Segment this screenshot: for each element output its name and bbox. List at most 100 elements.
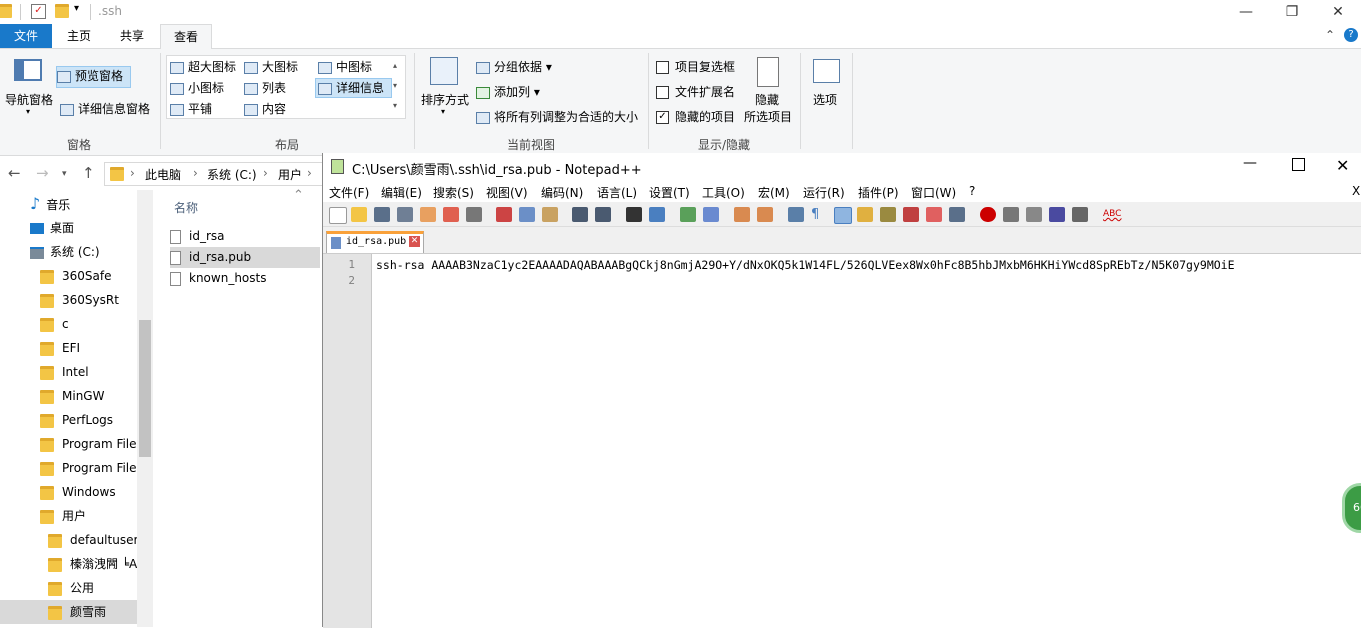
run-macro-multiple-icon[interactable] [1049, 207, 1065, 222]
navigation-pane-icon[interactable] [14, 59, 42, 81]
code-line-1[interactable]: ssh-rsa AAAAB3NzaC1yc2EAAAADAQABAAABgQCk… [376, 258, 1235, 272]
document-tab[interactable]: id_rsa.pub ✕ [326, 231, 424, 253]
show-all-chars-icon[interactable]: ¶ [811, 207, 827, 222]
menu-window[interactable]: 窗口(W) [911, 184, 956, 201]
menu-run[interactable]: 运行(R) [803, 184, 845, 201]
layout-list[interactable]: 列表 [244, 79, 286, 97]
hide-selected-label-1[interactable]: 隐藏 [755, 91, 779, 109]
paste-icon[interactable] [542, 207, 558, 222]
save-icon[interactable] [374, 207, 390, 222]
spell-check-icon[interactable]: ABC [1103, 207, 1123, 222]
maximize-button[interactable]: ❐ [1269, 0, 1315, 24]
close-all-icon[interactable] [443, 207, 459, 222]
sync-horizontal-icon[interactable] [757, 207, 773, 222]
floating-widget-badge[interactable]: 66 [1342, 483, 1361, 533]
hidden-items-toggle[interactable]: ✓ 隐藏的项目 [656, 108, 735, 126]
nav-item-music[interactable]: ♪ 音乐 [30, 192, 70, 216]
copy-icon[interactable] [519, 207, 535, 222]
close-document-button[interactable]: X [1352, 184, 1360, 198]
new-file-icon[interactable] [329, 207, 347, 224]
menu-encoding[interactable]: 编码(N) [541, 184, 583, 201]
cut-icon[interactable] [496, 207, 512, 222]
layout-content[interactable]: 内容 [244, 100, 286, 118]
details-pane-button[interactable]: 详细信息窗格 [60, 100, 150, 118]
nav-item-folder[interactable]: c [40, 312, 69, 336]
close-tab-icon[interactable]: ✕ [409, 236, 420, 247]
breadcrumb-item[interactable]: 系统 (C:) [207, 166, 257, 183]
new-folder-icon[interactable] [55, 4, 69, 18]
layout-large-icons[interactable]: 大图标 [244, 58, 298, 76]
gallery-down-icon[interactable]: ▾ [393, 77, 397, 95]
back-arrow-icon[interactable]: ← [8, 164, 21, 182]
column-header-name[interactable]: 名称 [174, 199, 198, 216]
doc-list-icon[interactable] [926, 207, 942, 222]
nav-item-folder[interactable]: 榛滃洩闁 ╘Ap [48, 552, 145, 576]
menu-plugins[interactable]: 插件(P) [858, 184, 899, 201]
address-bar[interactable]: › 此电脑 › 系统 (C:) › 用户 › [104, 162, 332, 186]
layout-extra-large-icons[interactable]: 超大图标 [170, 58, 236, 76]
menu-macro[interactable]: 宏(M) [758, 184, 790, 201]
file-row[interactable]: id_rsa [170, 226, 320, 247]
word-wrap-icon[interactable] [788, 207, 804, 222]
layout-medium-icons[interactable]: 中图标 [318, 58, 372, 76]
close-button[interactable]: ✕ [1315, 0, 1361, 24]
fit-columns-button[interactable]: 将所有列调整为合适的大小 [476, 108, 638, 126]
save-all-icon[interactable] [397, 207, 413, 222]
record-macro-icon[interactable] [980, 207, 996, 222]
minimize-button[interactable]: — [1223, 0, 1269, 24]
monitor-icon[interactable] [949, 207, 965, 222]
menu-search[interactable]: 搜索(S) [433, 184, 474, 201]
menu-language[interactable]: 语言(L) [597, 184, 637, 201]
recent-dropdown-icon[interactable]: ▾ [62, 169, 67, 179]
nav-item-folder[interactable]: 360Safe [40, 264, 111, 288]
item-checkboxes-toggle[interactable]: 项目复选框 [656, 58, 735, 76]
properties-icon[interactable]: ✓ [31, 4, 46, 19]
nav-item-folder[interactable]: PerfLogs [40, 408, 113, 432]
nav-item-desktop[interactable]: 桌面 [30, 216, 74, 240]
nav-item-folder[interactable]: Windows [40, 480, 116, 504]
print-icon[interactable] [466, 207, 482, 222]
indent-guide-icon[interactable] [834, 207, 852, 224]
checkbox[interactable] [656, 86, 669, 99]
tab-share[interactable]: 共享 [106, 24, 158, 48]
menu-settings[interactable]: 设置(T) [649, 184, 690, 201]
replace-icon[interactable] [649, 207, 665, 222]
close-file-icon[interactable] [420, 207, 436, 222]
file-extensions-toggle[interactable]: 文件扩展名 [656, 83, 735, 101]
checkbox[interactable] [656, 61, 669, 74]
collapse-ribbon-icon[interactable]: ⌃ [1325, 28, 1335, 42]
save-macro-icon[interactable] [1072, 207, 1088, 222]
menu-edit[interactable]: 编辑(E) [381, 184, 422, 201]
nav-item-folder-selected[interactable]: 颜雪雨 [0, 600, 137, 624]
options-icon[interactable] [813, 59, 840, 83]
preview-pane-button[interactable]: 预览窗格 [56, 66, 131, 88]
function-list-icon[interactable] [880, 207, 896, 222]
layout-tiles[interactable]: 平铺 [170, 100, 212, 118]
hide-selected-icon[interactable] [757, 57, 779, 87]
zoom-in-icon[interactable] [680, 207, 696, 222]
find-icon[interactable] [626, 207, 642, 222]
up-arrow-icon[interactable]: ↑ [82, 164, 95, 182]
checkbox-checked[interactable]: ✓ [656, 111, 669, 124]
tab-file[interactable]: 文件 [0, 24, 52, 48]
maximize-button[interactable] [1292, 158, 1305, 171]
group-by-button[interactable]: 分组依据 ▾ [476, 58, 552, 76]
sync-vertical-icon[interactable] [734, 207, 750, 222]
breadcrumb-item[interactable]: 此电脑 [145, 166, 181, 183]
help-icon[interactable]: ? [1344, 28, 1358, 42]
doc-map-icon[interactable] [857, 207, 873, 222]
breadcrumb-item[interactable]: 用户 [278, 166, 302, 183]
play-macro-icon[interactable] [1026, 207, 1042, 222]
gallery-expand-icon[interactable]: ▾ [393, 97, 397, 115]
layout-small-icons[interactable]: 小图标 [170, 79, 224, 97]
gallery-up-icon[interactable]: ▴ [393, 57, 397, 75]
nav-scrollbar-thumb[interactable] [139, 320, 151, 457]
nav-item-folder[interactable]: 用户 [40, 504, 86, 528]
nav-item-folder[interactable]: Intel [40, 360, 89, 384]
nav-item-folder[interactable]: EFI [40, 336, 80, 360]
tab-home[interactable]: 主页 [54, 24, 104, 48]
file-row[interactable]: known_hosts [170, 268, 320, 289]
nav-item-folder[interactable]: MinGW [40, 384, 104, 408]
nav-item-folder[interactable]: 360SysRt [40, 288, 119, 312]
nav-item-folder[interactable]: Program Files [40, 432, 143, 456]
